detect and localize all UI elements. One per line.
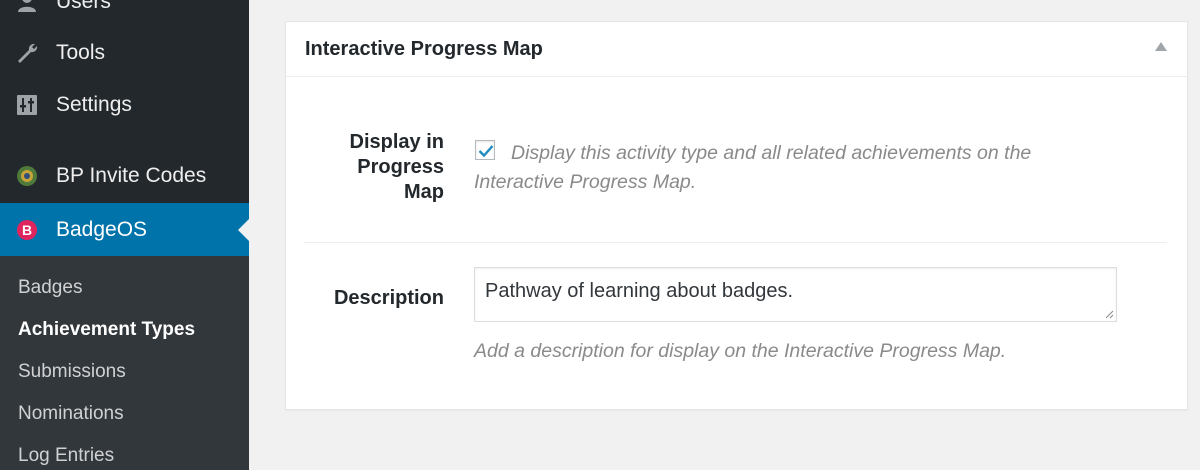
menu-item-label: Settings [56, 93, 132, 116]
settings-sliders-icon [14, 92, 40, 118]
submenu-item-log-entries[interactable]: Log Entries [18, 445, 114, 467]
svg-text:B: B [22, 222, 32, 238]
current-menu-arrow [238, 219, 249, 241]
wrench-icon [14, 40, 40, 66]
badgeos-icon: B [14, 217, 40, 243]
menu-item-label: Users [56, 0, 111, 13]
submenu-item-nominations[interactable]: Nominations [18, 403, 124, 425]
description-value: Pathway of learning about badges. [485, 280, 793, 302]
menu-item-bp-invite-codes[interactable]: BP Invite Codes [0, 150, 249, 202]
metabox-header: Interactive Progress Map [286, 22, 1187, 77]
users-icon [14, 0, 40, 15]
progress-map-metabox: Interactive Progress Map Display in Prog… [285, 21, 1188, 410]
row-divider [304, 242, 1167, 243]
metabox-title: Interactive Progress Map [305, 38, 543, 60]
menu-item-badgeos[interactable]: B BadgeOS [0, 203, 249, 256]
description-textarea[interactable]: Pathway of learning about badges. [474, 267, 1117, 322]
menu-item-tools[interactable]: Tools [0, 27, 249, 79]
bp-invite-codes-icon [14, 163, 40, 189]
checkmark-icon [478, 145, 494, 158]
progress-map-checkbox[interactable] [475, 140, 495, 160]
menu-item-label: BP Invite Codes [56, 164, 207, 187]
resize-handle-icon[interactable] [1104, 309, 1114, 319]
submenu-item-achievement-types[interactable]: Achievement Types [18, 319, 195, 341]
collapse-toggle-icon[interactable] [1155, 42, 1167, 51]
description-label: Description [333, 287, 444, 309]
menu-item-label: BadgeOS [56, 217, 148, 241]
progress-map-label: Display in Progress Map [349, 131, 444, 203]
submenu-item-badges[interactable]: Badges [18, 277, 82, 299]
description-help-text: Add a description for display on the Int… [474, 340, 1007, 362]
menu-item-users[interactable]: Users [0, 0, 249, 28]
progress-map-help-text: Display this activity type and all relat… [474, 142, 1032, 193]
submenu-item-submissions[interactable]: Submissions [18, 361, 126, 383]
menu-item-settings[interactable]: Settings [0, 79, 249, 131]
menu-item-label: Tools [56, 41, 106, 64]
admin-sidebar: Users Tools Settings BP Invite Codes B B… [0, 0, 249, 470]
badgeos-submenu: Badges Achievement Types Submissions Nom… [0, 256, 249, 470]
